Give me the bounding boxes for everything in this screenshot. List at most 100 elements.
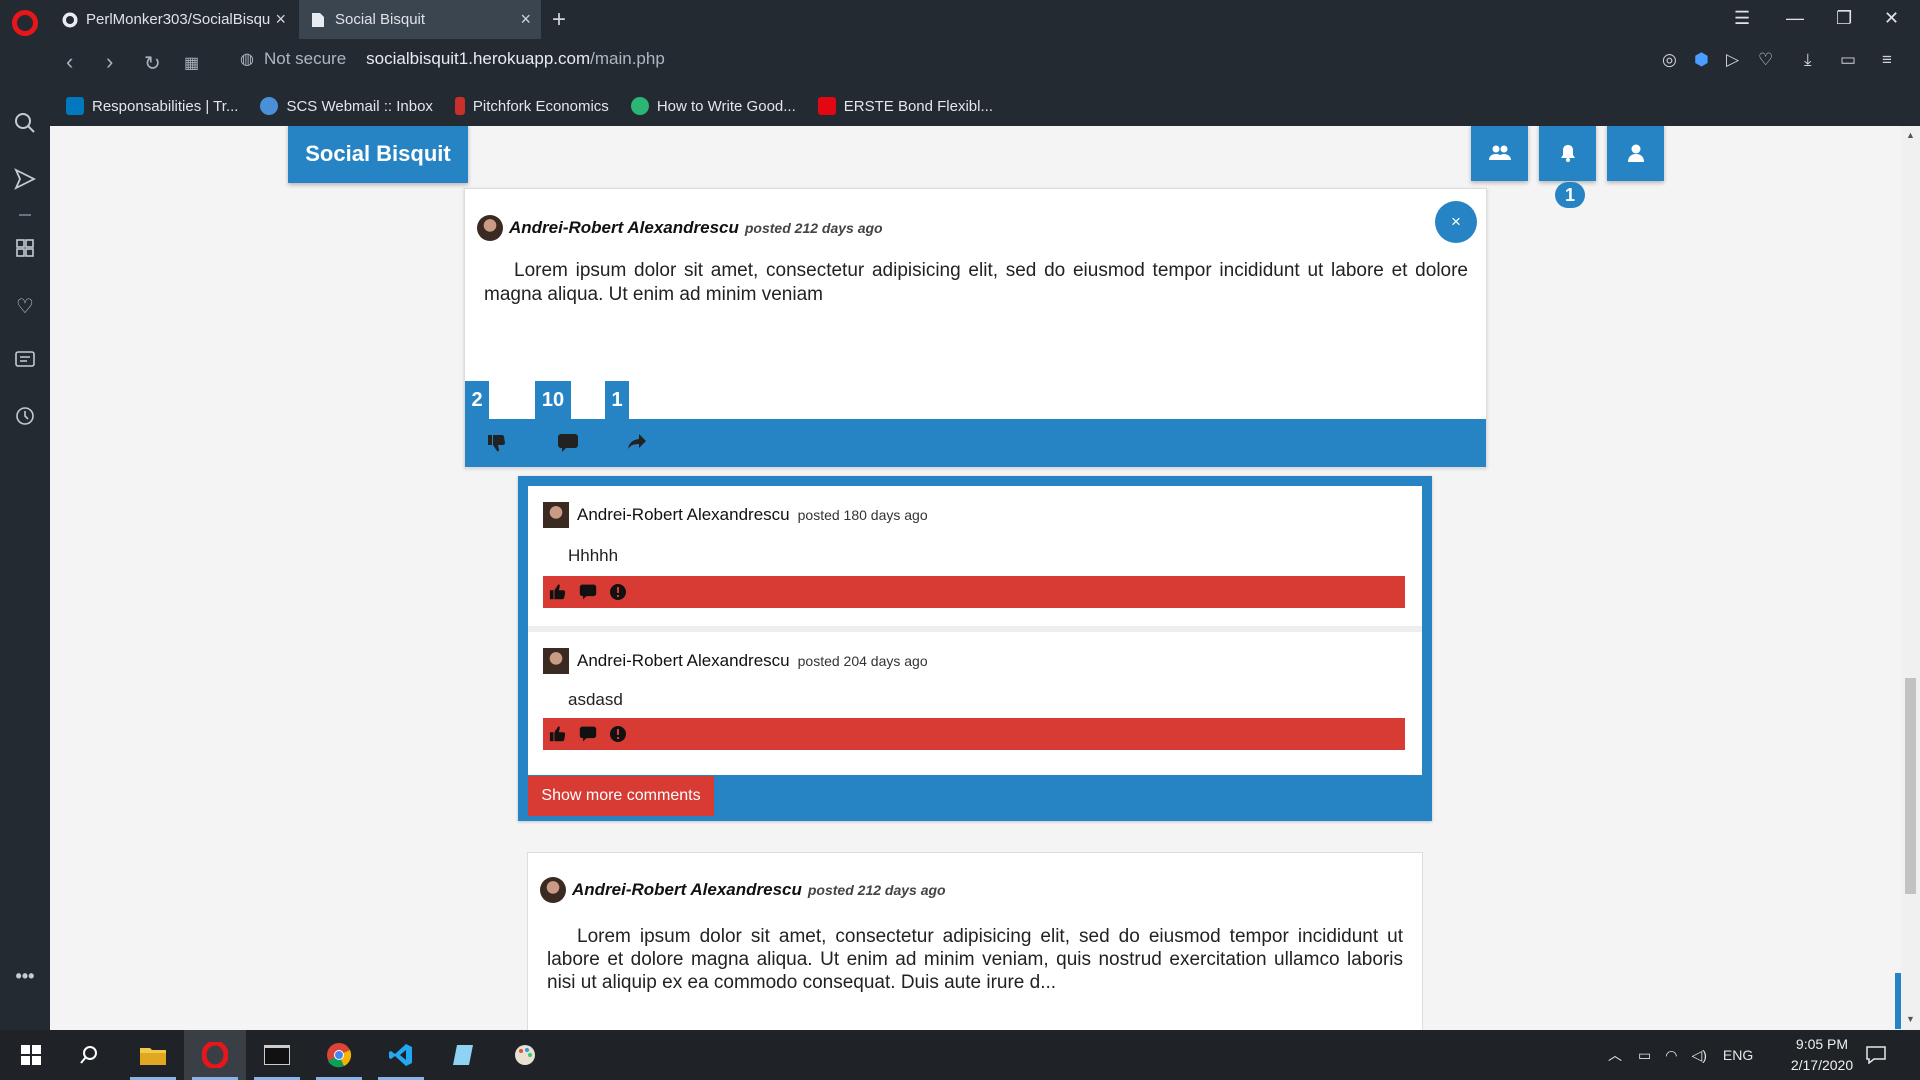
volume-icon[interactable]: ◁) — [1691, 1047, 1706, 1064]
opera-menu-icon[interactable] — [12, 10, 38, 36]
paint-button[interactable] — [494, 1030, 556, 1080]
time: 9:05 PM — [1795, 1036, 1849, 1052]
avatar[interactable] — [540, 877, 566, 903]
close-window-icon[interactable]: ✕ — [1884, 8, 1899, 29]
avatar[interactable] — [543, 502, 569, 528]
speed-dial-icon[interactable] — [13, 238, 37, 262]
profile-button[interactable] — [1607, 126, 1664, 181]
battery-icon[interactable]: ▭ — [1638, 1047, 1651, 1064]
history-icon[interactable] — [13, 406, 37, 430]
bookmark-item[interactable]: ERSTE Bond Flexibl... — [817, 97, 993, 115]
page-scrollbar[interactable]: ▲ ▼ — [1901, 126, 1920, 1030]
send-icon[interactable]: ▷ — [1726, 50, 1739, 70]
notifications-button[interactable] — [1539, 126, 1596, 181]
download-icon[interactable]: ⤓ — [1804, 50, 1812, 70]
minimize-icon[interactable]: — — [1786, 8, 1804, 29]
bookmark-item[interactable]: Responsabilities | Tr... — [66, 97, 238, 115]
tab-github[interactable]: PerlMonker303/SocialBisqu × — [50, 0, 296, 39]
show-more-comments-button[interactable]: Show more comments — [528, 776, 714, 816]
heart-icon[interactable]: ♡ — [1758, 50, 1773, 70]
comment-author[interactable]: Andrei-Robert Alexandrescu — [577, 651, 790, 671]
reload-icon[interactable]: ↻ — [144, 51, 161, 76]
scroll-up-icon[interactable]: ▲ — [1906, 130, 1915, 140]
news-icon[interactable] — [13, 350, 37, 374]
restore-icon[interactable]: ❐ — [1836, 8, 1852, 29]
search-icon[interactable] — [13, 112, 37, 136]
comment-icon[interactable] — [557, 433, 579, 455]
opera-sidebar: ♡ ••• — [0, 86, 50, 1030]
friends-button[interactable] — [1471, 126, 1528, 181]
new-tab-icon[interactable]: + — [552, 6, 566, 34]
vscode-button[interactable] — [370, 1030, 432, 1080]
bookmark-item[interactable]: SCS Webmail :: Inbox — [260, 97, 433, 115]
chrome-button[interactable] — [308, 1030, 370, 1080]
action-center-icon[interactable] — [1866, 1030, 1886, 1080]
bookmark-item[interactable]: Pitchfork Economics — [454, 97, 609, 115]
reply-icon[interactable] — [579, 725, 597, 743]
github-icon — [62, 12, 78, 28]
clock[interactable]: 9:05 PM 2/17/2020 — [1772, 1034, 1872, 1076]
scroll-down-icon[interactable]: ▼ — [1906, 1014, 1915, 1024]
send-icon[interactable] — [13, 168, 37, 192]
write-good-icon — [630, 97, 649, 115]
tab-close-icon[interactable]: × — [520, 9, 531, 30]
system-tray: ︿ ▭ ◠ ◁) ENG — [1608, 1030, 1753, 1080]
comment-header: Andrei-Robert Alexandrescu posted 180 da… — [543, 502, 928, 528]
back-icon[interactable]: ‹ — [66, 49, 73, 75]
address-field[interactable]: ◍ Not secure socialbisquit1.herokuapp.co… — [240, 49, 665, 69]
close-post-button[interactable]: × — [1435, 201, 1477, 243]
opera-taskbar-button[interactable] — [184, 1030, 246, 1080]
terminal-button[interactable] — [246, 1030, 308, 1080]
scrollbar-thumb[interactable] — [1905, 678, 1916, 894]
comment-action-bar — [543, 576, 1405, 608]
bookmarks-heart-icon[interactable]: ♡ — [13, 294, 37, 318]
easy-setup-icon[interactable]: ☰ — [1734, 8, 1750, 29]
file-explorer-button[interactable] — [122, 1030, 184, 1080]
report-icon[interactable] — [609, 725, 627, 743]
post-body: Lorem ipsum dolor sit amet, consectetur … — [484, 260, 1468, 305]
bookmark-item[interactable]: How to Write Good... — [630, 97, 796, 115]
browser-chrome: PerlMonker303/SocialBisqu × Social Bisqu… — [0, 0, 1920, 126]
notification-count-badge: 1 — [1555, 182, 1585, 208]
start-button[interactable] — [0, 1030, 62, 1080]
post-author[interactable]: Andrei-Robert Alexandrescu — [572, 880, 802, 900]
post-timestamp: posted 212 days ago — [807, 882, 946, 898]
chevron-up-icon[interactable]: ︿ — [1608, 1045, 1622, 1065]
tabs-grid-icon[interactable]: ▦ — [184, 53, 199, 73]
url-host: socialbisquit1.herokuapp.com — [366, 49, 591, 68]
trello-icon — [66, 97, 84, 115]
report-icon[interactable] — [609, 583, 627, 601]
erste-icon — [817, 97, 836, 115]
bookmark-label: ERSTE Bond Flexibl... — [843, 97, 993, 115]
address-bar-row: ‹ › ↻ ▦ ◍ Not secure socialbisquit1.hero… — [0, 39, 1920, 86]
post-timestamp: posted 212 days ago — [744, 220, 883, 236]
wifi-icon[interactable]: ◠ — [1665, 1047, 1677, 1064]
brand-logo[interactable]: Social Bisquit — [288, 126, 468, 183]
like-icon[interactable] — [549, 725, 567, 743]
search-taskbar-button[interactable] — [58, 1030, 120, 1080]
forward-icon[interactable]: › — [106, 49, 113, 75]
snapshot-icon[interactable]: ◎ — [1662, 50, 1677, 70]
reply-icon[interactable] — [579, 583, 597, 601]
dislike-icon[interactable] — [487, 433, 509, 455]
avatar[interactable] — [543, 648, 569, 674]
windows-icon — [21, 1045, 41, 1065]
opera-icon — [202, 1042, 228, 1068]
tab-social-bisquit[interactable]: Social Bisquit × — [299, 0, 541, 39]
adblock-shield-icon[interactable]: ⬢ — [1694, 50, 1709, 70]
tab-close-icon[interactable]: × — [275, 9, 286, 30]
security-label: Not secure — [263, 49, 347, 68]
comment-timestamp: posted 204 days ago — [797, 653, 928, 669]
comment-author[interactable]: Andrei-Robert Alexandrescu — [577, 505, 790, 525]
battery-icon[interactable]: ▭ — [1840, 50, 1856, 70]
easy-files-icon[interactable]: ≡ — [1882, 50, 1892, 70]
post-author[interactable]: Andrei-Robert Alexandrescu — [509, 218, 739, 238]
comment-action-bar — [543, 718, 1405, 750]
vscode-icon — [389, 1044, 412, 1066]
language-indicator[interactable]: ENG — [1723, 1047, 1753, 1063]
more-options-icon[interactable]: ••• — [13, 966, 37, 990]
like-icon[interactable] — [549, 583, 567, 601]
share-icon[interactable] — [627, 433, 649, 455]
avatar[interactable] — [477, 215, 503, 241]
notes-app-button[interactable] — [432, 1030, 494, 1080]
